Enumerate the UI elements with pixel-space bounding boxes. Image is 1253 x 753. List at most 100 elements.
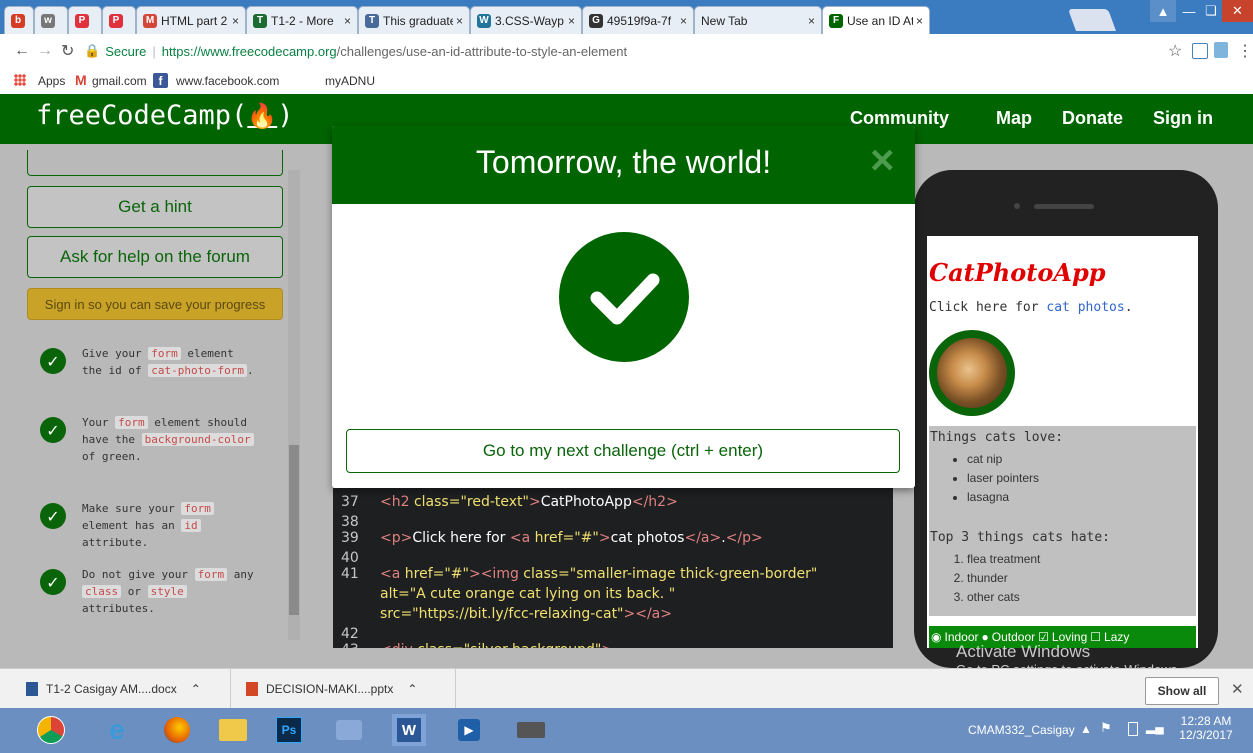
nav-sign-in[interactable]: Sign in xyxy=(1153,108,1213,129)
minimize-icon[interactable]: — xyxy=(1178,0,1200,22)
line-number: 37 xyxy=(341,494,359,510)
nav-donate[interactable]: Donate xyxy=(1062,108,1123,129)
browser-tab[interactable]: w xyxy=(34,6,68,34)
clock-date: 12/3/2017 xyxy=(1179,728,1233,742)
close-window-icon[interactable]: ✕ xyxy=(1222,0,1253,22)
bookmark-gmail[interactable]: gmail.com xyxy=(92,74,147,88)
battery-icon[interactable] xyxy=(1128,722,1138,736)
firefox-taskbar-icon[interactable] xyxy=(160,714,194,746)
extension-icon-2[interactable] xyxy=(1214,42,1228,58)
next-challenge-button[interactable]: Go to my next challenge (ctrl + enter) xyxy=(346,429,900,473)
browser-tab[interactable]: T T1-2 - More × xyxy=(246,6,358,34)
line-number: 40 xyxy=(341,550,359,566)
bookmark-myadnu[interactable]: myADNU xyxy=(325,74,375,88)
show-all-button[interactable]: Show all xyxy=(1145,677,1219,705)
download-item-docx[interactable]: T1-2 Casigay AM....docx ⌃ xyxy=(10,669,231,709)
omnibox[interactable]: 🔒 Secure | https://www.freecodecamp.org … xyxy=(82,39,1172,63)
close-downloads-icon[interactable]: ✕ xyxy=(1231,680,1244,698)
preview-hate-heading: Top 3 things cats hate: xyxy=(930,530,1111,545)
nav-map[interactable]: Map xyxy=(996,108,1032,129)
photoshop-taskbar-icon[interactable]: Ps xyxy=(272,714,306,746)
chevron-up-icon[interactable]: ⌃ xyxy=(191,682,201,696)
tab-close-icon[interactable]: × xyxy=(568,14,575,28)
radio-indoor-icon[interactable]: ◉ xyxy=(931,630,941,644)
ie-taskbar-icon[interactable]: e xyxy=(100,714,134,746)
reload-icon[interactable]: ↻ xyxy=(61,41,74,61)
menu-icon[interactable]: ⋮ xyxy=(1237,41,1253,61)
network-taskbar-icon[interactable] xyxy=(332,714,366,746)
clock-time: 12:28 AM xyxy=(1180,714,1232,728)
bookmark-apps[interactable]: Apps xyxy=(38,74,65,88)
url-prefix: https://www.freecodecamp.org xyxy=(161,43,337,59)
code-line[interactable]: <p>Click here for <a href="#">cat photos… xyxy=(380,530,763,546)
fcc-logo-end: ) xyxy=(277,100,294,131)
sidebar-scroll-thumb[interactable] xyxy=(289,445,299,615)
line-number: 38 xyxy=(341,514,359,530)
code-line[interactable]: alt="A cute orange cat lying on its back… xyxy=(380,586,675,602)
forward-icon[interactable]: → xyxy=(37,42,53,60)
tab-favicon-icon: G xyxy=(589,13,603,28)
extension-icon-1[interactable] xyxy=(1192,43,1208,59)
browser-tab[interactable]: New Tab × xyxy=(694,6,822,34)
test-code-token: cat-photo-form xyxy=(148,364,247,377)
tray-chevron-icon[interactable]: ▲ xyxy=(1080,722,1092,736)
get-hint-button[interactable]: Get a hint xyxy=(27,186,283,228)
taskbar-user[interactable]: CMAM332_Casigay xyxy=(968,723,1075,737)
chrome-taskbar-icon[interactable] xyxy=(34,714,68,746)
tab-close-icon[interactable]: × xyxy=(232,14,239,28)
tab-close-icon[interactable]: × xyxy=(456,14,463,28)
test-item: ✓ Give your form element the id of cat-ph… xyxy=(40,345,260,379)
bookmark-facebook[interactable]: www.facebook.com xyxy=(176,74,279,88)
test-text-fragment: Do not give your xyxy=(82,568,195,581)
chevron-up-icon[interactable]: ⌃ xyxy=(407,682,417,696)
tab-close-icon[interactable]: × xyxy=(808,14,815,28)
test-pass-check-icon: ✓ xyxy=(40,348,66,374)
browser-tab[interactable]: P xyxy=(102,6,136,34)
fcc-logo[interactable]: freeCodeCamp(🔥) xyxy=(36,100,293,131)
code-line[interactable]: <div class="silver-background"> xyxy=(380,642,613,648)
preview-love-heading: Things cats love: xyxy=(930,430,1064,445)
browser-tab[interactable]: W 3.CSS-Wayp × xyxy=(470,6,582,34)
apps-grid-icon[interactable] xyxy=(14,74,26,86)
browser-tab[interactable]: M HTML part 2 × xyxy=(136,6,246,34)
downloads-bar: T1-2 Casigay AM....docx ⌃ DECISION-MAKI.… xyxy=(0,668,1253,709)
explorer-taskbar-icon[interactable] xyxy=(216,714,250,746)
download-item-pptx[interactable]: DECISION-MAKI....pptx ⌃ xyxy=(230,669,456,709)
preview-cat-photos-link[interactable]: cat photos xyxy=(1046,300,1124,315)
browser-tab[interactable]: T This graduate × xyxy=(358,6,470,34)
browser-tab[interactable]: G 49519f9a-7f × xyxy=(582,6,694,34)
modal-close-button[interactable]: × xyxy=(870,139,895,181)
profile-icon[interactable]: ▲ xyxy=(1150,0,1176,22)
tab-close-icon[interactable]: × xyxy=(916,14,923,28)
code-line[interactable]: <a href="#"><img class="smaller-image th… xyxy=(380,566,817,582)
ask-forum-button[interactable]: Ask for help on the forum xyxy=(27,236,283,278)
line-number: 41 xyxy=(341,566,359,582)
browser-tab[interactable]: b xyxy=(4,6,34,34)
tab-close-icon[interactable]: × xyxy=(344,14,351,28)
flag-icon[interactable]: ⚑ xyxy=(1100,720,1112,736)
code-line[interactable]: <h2 class="red-text">CatPhotoApp</h2> xyxy=(380,494,678,510)
new-tab-button[interactable] xyxy=(1067,9,1117,31)
tab-close-icon[interactable]: × xyxy=(680,14,687,28)
hate-list-item: thunder xyxy=(967,569,1040,588)
code-line[interactable]: src="https://bit.ly/fcc-relaxing-cat"></… xyxy=(380,606,672,622)
maximize-icon[interactable]: ❏ xyxy=(1200,0,1222,22)
sign-in-save-button[interactable]: Sign in so you can save your progress xyxy=(27,288,283,320)
browser-tab[interactable]: F Use an ID Att × xyxy=(822,6,930,34)
word-taskbar-icon[interactable]: W xyxy=(392,714,426,746)
line-number: 43 xyxy=(341,642,359,648)
back-icon[interactable]: ← xyxy=(14,42,30,60)
address-bar-row: ← → ↻ 🔒 Secure | https://www.freecodecam… xyxy=(0,34,1253,69)
signal-icon[interactable]: ▂▄ xyxy=(1146,720,1164,734)
preview-cat-image[interactable] xyxy=(929,330,1015,416)
modal-header: Tomorrow, the world! × xyxy=(332,126,915,204)
keyboard-taskbar-icon[interactable] xyxy=(514,714,548,746)
sidebar-scrollbar[interactable] xyxy=(288,170,300,640)
taskbar-clock[interactable]: 12:28 AM 12/3/2017 xyxy=(1178,714,1234,742)
browser-tab[interactable]: P xyxy=(68,6,102,34)
bookmark-star-icon[interactable]: ☆ xyxy=(1168,41,1182,61)
test-text: Give your form element the id of cat-pho… xyxy=(82,345,260,379)
code-editor[interactable]: 37 <h2 class="red-text">CatPhotoApp</h2> 3… xyxy=(333,488,893,648)
media-taskbar-icon[interactable]: ▶ xyxy=(452,714,486,746)
test-text-fragment: of green. xyxy=(82,450,142,463)
